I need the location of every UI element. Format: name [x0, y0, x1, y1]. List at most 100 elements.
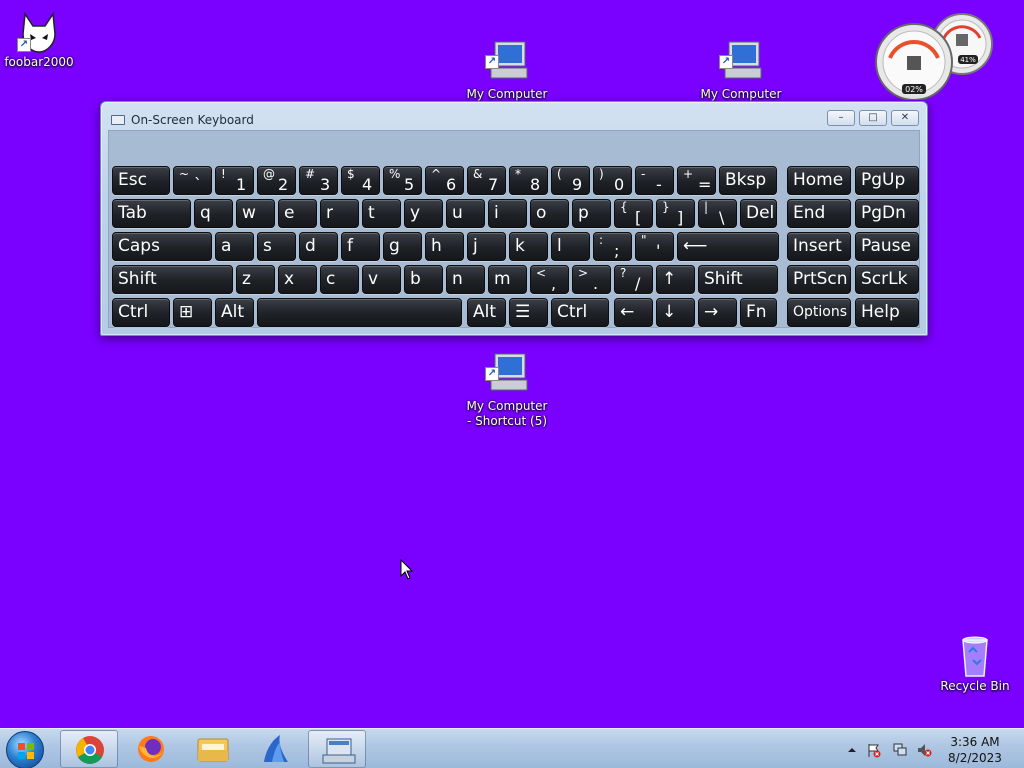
- key-'[interactable]: " ': [635, 232, 674, 261]
- window-title-bar[interactable]: On-Screen Keyboard: [111, 111, 254, 129]
- taskbar-osk-button[interactable]: [308, 730, 366, 768]
- key-`[interactable]: ~ `: [173, 166, 212, 195]
- key-options[interactable]: Options: [787, 298, 851, 327]
- key-menu[interactable]: ☰: [509, 298, 548, 327]
- key--[interactable]: --: [635, 166, 674, 195]
- key-y[interactable]: y: [404, 199, 443, 228]
- desktop-icon-foobar2000[interactable]: ↗ foobar2000: [0, 8, 84, 70]
- key-g[interactable]: g: [383, 232, 422, 261]
- key-label: Tab: [118, 203, 147, 223]
- action-center-flag-icon[interactable]: [866, 742, 881, 758]
- key-insert[interactable]: Insert: [787, 232, 851, 261]
- restore-button[interactable]: □: [859, 110, 887, 126]
- key-windows[interactable]: ⊞: [173, 298, 212, 327]
- key-t[interactable]: t: [362, 199, 401, 228]
- key-o[interactable]: o: [530, 199, 569, 228]
- key-space[interactable]: [257, 298, 462, 327]
- key-f[interactable]: f: [341, 232, 380, 261]
- key-shift[interactable]: Shift: [698, 265, 778, 294]
- key-print-screen[interactable]: PrtScn: [787, 265, 851, 294]
- key-.[interactable]: >.: [572, 265, 611, 294]
- key-ctrl[interactable]: Ctrl: [551, 298, 609, 327]
- key-4[interactable]: $4: [341, 166, 380, 195]
- key-k[interactable]: k: [509, 232, 548, 261]
- key-,[interactable]: <,: [530, 265, 569, 294]
- key-9[interactable]: (9: [551, 166, 590, 195]
- chrome-icon: [76, 736, 104, 764]
- key-m[interactable]: m: [488, 265, 527, 294]
- key-8[interactable]: * 8: [509, 166, 548, 195]
- key-home[interactable]: Home: [787, 166, 851, 195]
- key-alt[interactable]: Alt: [467, 298, 506, 327]
- taskbar-chrome-button[interactable]: [60, 730, 118, 768]
- taskbar-firefox-button[interactable]: [122, 730, 180, 768]
- key-left-arrow[interactable]: ←: [614, 298, 653, 327]
- key-right-arrow[interactable]: →: [698, 298, 737, 327]
- show-hidden-icons-chevron-icon[interactable]: [845, 742, 859, 756]
- key-w[interactable]: w: [236, 199, 275, 228]
- key-caps-lock[interactable]: Caps: [112, 232, 212, 261]
- key-d[interactable]: d: [299, 232, 338, 261]
- desktop-icon-recycle-bin[interactable]: Recycle Bin: [930, 632, 1020, 694]
- key-tab[interactable]: Tab: [112, 199, 191, 228]
- key-p[interactable]: p: [572, 199, 611, 228]
- firefox-icon: [138, 736, 164, 762]
- key-backspace[interactable]: Bksp: [719, 166, 777, 195]
- key-esc[interactable]: Esc: [112, 166, 170, 195]
- key-pause[interactable]: Pause: [855, 232, 919, 261]
- key-[[interactable]: {[: [614, 199, 653, 228]
- taskbar-app-button[interactable]: [246, 730, 304, 768]
- key-alt[interactable]: Alt: [215, 298, 254, 327]
- key-shift[interactable]: Shift: [112, 265, 233, 294]
- key-h[interactable]: h: [425, 232, 464, 261]
- key-page-up[interactable]: PgUp: [855, 166, 919, 195]
- key-u[interactable]: u: [446, 199, 485, 228]
- key-0[interactable]: ) 0: [593, 166, 632, 195]
- key-down-arrow[interactable]: ↓: [656, 298, 695, 327]
- key-ctrl[interactable]: Ctrl: [112, 298, 170, 327]
- start-button[interactable]: [6, 731, 44, 768]
- on-screen-keyboard-window[interactable]: On-Screen Keyboard – □ ✕ Esc ~ `! 1 @2 #3 $4% 5…: [100, 101, 928, 336]
- key-7[interactable]: & 7: [467, 166, 506, 195]
- desktop-icon-my-computer-5[interactable]: ↗ My Computer - Shortcut (5): [462, 322, 552, 444]
- key-v[interactable]: v: [362, 265, 401, 294]
- minimize-button[interactable]: –: [827, 110, 855, 126]
- key-x[interactable]: x: [278, 265, 317, 294]
- key-help[interactable]: Help: [855, 298, 919, 327]
- key-delete[interactable]: Del: [740, 199, 777, 228]
- key-5[interactable]: % 5: [383, 166, 422, 195]
- key-j[interactable]: j: [467, 232, 506, 261]
- system-clock[interactable]: 3:36 AM 8/2/2023: [930, 734, 1020, 766]
- key-/[interactable]: ? /: [614, 265, 653, 294]
- key-page-down[interactable]: PgDn: [855, 199, 919, 228]
- key-\[interactable]: | \: [698, 199, 737, 228]
- volume-muted-icon[interactable]: [916, 742, 932, 757]
- key-2[interactable]: @2: [257, 166, 296, 195]
- cpu-meter-gadget[interactable]: 02% 41%: [874, 8, 1002, 101]
- key-1[interactable]: ! 1: [215, 166, 254, 195]
- key-q[interactable]: q: [194, 199, 233, 228]
- key-n[interactable]: n: [446, 265, 485, 294]
- key-scroll-lock[interactable]: ScrLk: [855, 265, 919, 294]
- key-r[interactable]: r: [320, 199, 359, 228]
- key-][interactable]: }]: [656, 199, 695, 228]
- key-;[interactable]: :;: [593, 232, 632, 261]
- key-l[interactable]: l: [551, 232, 590, 261]
- close-button[interactable]: ✕: [891, 110, 919, 126]
- network-icon[interactable]: [892, 742, 907, 756]
- key-end[interactable]: End: [787, 199, 851, 228]
- key-=[interactable]: + =: [677, 166, 716, 195]
- key-3[interactable]: #3: [299, 166, 338, 195]
- key-fn[interactable]: Fn: [740, 298, 777, 327]
- taskbar-explorer-button[interactable]: [184, 730, 242, 768]
- key-enter[interactable]: ⟵: [677, 232, 779, 261]
- key-e[interactable]: e: [278, 199, 317, 228]
- key-i[interactable]: i: [488, 199, 527, 228]
- key-z[interactable]: z: [236, 265, 275, 294]
- key-6[interactable]: ^ 6: [425, 166, 464, 195]
- key-s[interactable]: s: [257, 232, 296, 261]
- key-a[interactable]: a: [215, 232, 254, 261]
- key-b[interactable]: b: [404, 265, 443, 294]
- key-up-arrow[interactable]: ↑: [656, 265, 695, 294]
- key-c[interactable]: c: [320, 265, 359, 294]
